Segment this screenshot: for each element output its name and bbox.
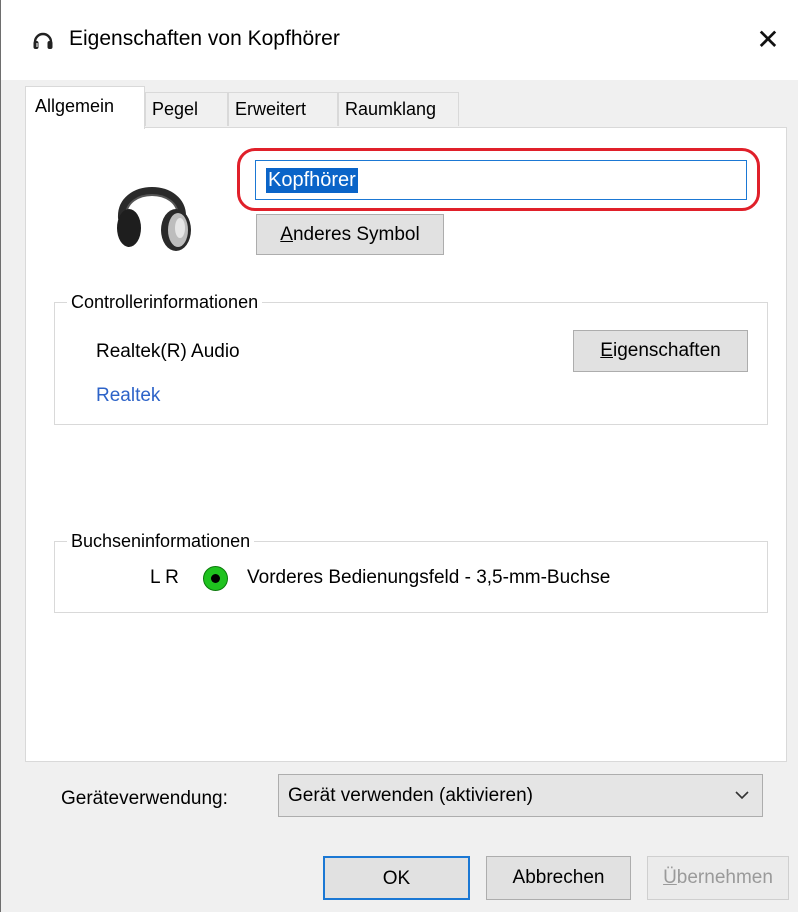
cancel-button[interactable]: Abbrechen — [486, 856, 631, 900]
tab-pegel[interactable]: Pegel — [145, 92, 228, 126]
tab-raumklang[interactable]: Raumklang — [338, 92, 459, 126]
ok-button[interactable]: OK — [323, 856, 470, 900]
controller-properties-button[interactable]: Eigenschaften — [573, 330, 748, 372]
controller-info-group: Controllerinformationen Realtek(R) Audio… — [54, 291, 768, 425]
properties-dialog: Eigenschaften von Kopfhörer ✕ Allgemein … — [0, 0, 798, 912]
headphones-icon — [33, 32, 53, 49]
tab-allgemein[interactable]: Allgemein — [25, 86, 145, 129]
vendor-link[interactable]: Realtek — [96, 385, 160, 407]
close-button[interactable]: ✕ — [738, 14, 798, 64]
jack-info-group: Buchseninformationen L R Vorderes Bedien… — [54, 530, 768, 613]
tab-erweitert[interactable]: Erweitert — [228, 92, 338, 126]
controller-name: Realtek(R) Audio — [96, 341, 240, 362]
apply-button[interactable]: Übernehmen — [647, 856, 789, 900]
device-usage-value: Gerät verwenden (aktivieren) — [288, 785, 533, 806]
close-icon: ✕ — [756, 23, 780, 55]
jack-group-label: Buchseninformationen — [67, 530, 255, 552]
title-bar: Eigenschaften von Kopfhörer ✕ — [1, 0, 798, 80]
window-title: Eigenschaften von Kopfhörer — [69, 27, 340, 50]
jack-channels: L R — [150, 567, 179, 588]
chevron-down-icon — [734, 775, 750, 832]
device-usage-select[interactable]: Gerät verwenden (aktivieren) — [278, 774, 763, 817]
jack-description: Vorderes Bedienungsfeld - 3,5-mm-Buchse — [247, 567, 611, 588]
device-name-input[interactable]: Kopfhörer — [255, 160, 747, 200]
headphones-icon — [117, 187, 191, 251]
controller-group-label: Controllerinformationen — [67, 291, 263, 313]
device-usage-label: Geräteverwendung: — [61, 788, 228, 809]
change-icon-button[interactable]: Anderes Symbol — [256, 214, 444, 255]
device-name-selection: Kopfhörer — [266, 167, 358, 193]
general-tab-panel: Kopfhörer Anderes Symbol Controllerinfor… — [25, 127, 787, 762]
jack-color-icon — [203, 566, 228, 591]
